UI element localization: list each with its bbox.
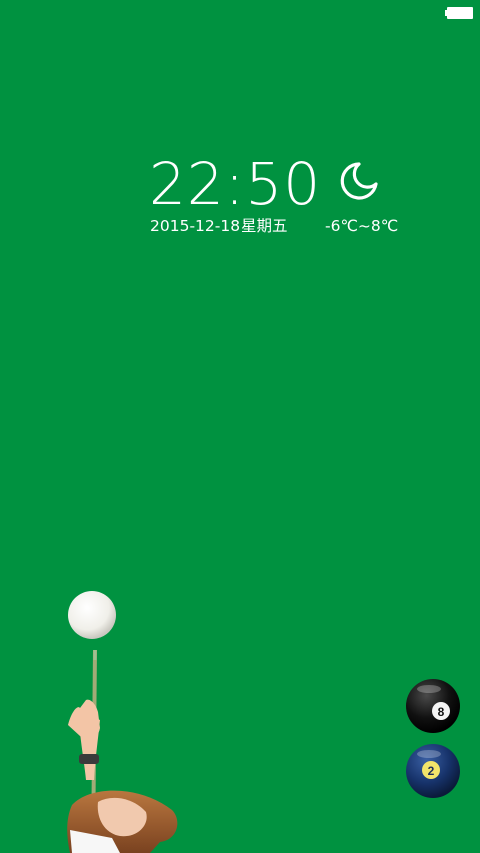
eight-ball-label: 8	[438, 705, 445, 719]
battery-full-icon	[445, 7, 473, 19]
two-ball-label: 2	[428, 764, 435, 778]
moon-night-icon	[340, 162, 378, 200]
two-ball-icon[interactable]: 2	[405, 743, 461, 799]
weather-temperature: -6℃~8℃	[325, 217, 399, 235]
eight-ball-icon[interactable]: 8	[405, 678, 461, 734]
clock-time: 22:50	[149, 150, 322, 218]
cue-ball-icon	[68, 591, 116, 639]
clock-date: 2015-12-18	[150, 217, 241, 235]
status-bar	[0, 0, 480, 26]
billiards-girl-cue-ball-illustration	[67, 591, 178, 853]
lockscreen-clock-widget: 22:50 2015-12-18 星期五 -6℃~8℃	[149, 152, 409, 242]
clock-weekday: 星期五	[241, 217, 288, 235]
